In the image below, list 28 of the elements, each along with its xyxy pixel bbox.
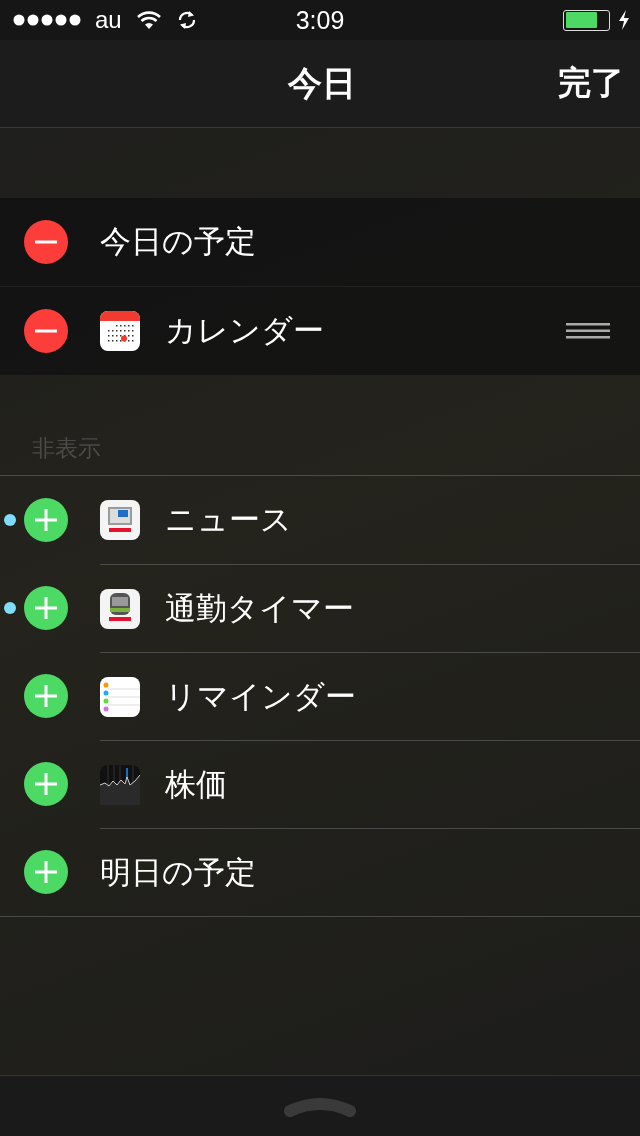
widget-name: 今日の予定 bbox=[100, 222, 257, 261]
chart-icon bbox=[100, 764, 140, 805]
grabber-handle-icon bbox=[284, 1095, 356, 1117]
add-button[interactable] bbox=[24, 586, 68, 630]
add-button[interactable] bbox=[24, 498, 68, 542]
screen-title: 今日 bbox=[288, 61, 356, 105]
widget-name: リマインダー bbox=[165, 676, 357, 716]
train-icon bbox=[100, 588, 140, 629]
add-button[interactable] bbox=[24, 674, 68, 718]
widget-name: カレンダー bbox=[165, 311, 325, 350]
widget-name: 通勤タイマー bbox=[165, 588, 355, 628]
done-button[interactable]: 完了 bbox=[558, 61, 624, 106]
add-button[interactable] bbox=[24, 762, 68, 806]
widget-name: ニュース bbox=[165, 500, 293, 539]
remove-button[interactable] bbox=[24, 309, 68, 353]
remove-button[interactable] bbox=[24, 220, 68, 264]
calendar-icon bbox=[100, 311, 140, 351]
reorder-handle-icon[interactable] bbox=[566, 323, 610, 339]
widget-name: 株価 bbox=[165, 764, 228, 804]
battery-icon bbox=[563, 9, 610, 31]
carrier-name: au bbox=[95, 6, 122, 34]
newspaper-icon bbox=[100, 500, 140, 540]
list-icon bbox=[100, 676, 140, 717]
signal-icon bbox=[13, 14, 81, 26]
add-button[interactable] bbox=[24, 850, 68, 894]
wifi-icon bbox=[135, 10, 162, 30]
clock-time: 3:09 bbox=[295, 6, 345, 35]
widget-name: 明日の予定 bbox=[100, 852, 257, 892]
